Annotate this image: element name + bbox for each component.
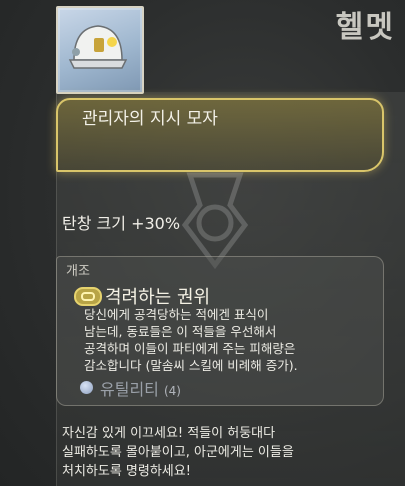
flavor-line: 실패하도록 몰아붙이고, 아군에게는 이들을 <box>62 445 294 460</box>
stat-label: 탄창 크기 <box>62 214 126 233</box>
flavor-line: 처치하도록 명령하세요! <box>62 464 191 479</box>
flavor-line: 자신감 있게 이끄세요! 적들이 허둥대다 <box>62 426 276 441</box>
helmet-graphic <box>68 25 128 69</box>
utility-count: (4) <box>163 384 181 398</box>
category-title: 헬멧 <box>335 10 395 45</box>
mod-description: 당신에게 공격당하는 적에겐 표식이 남는데, 동료들은 이 적들을 우선해서 … <box>84 306 384 374</box>
stat-value: +30% <box>131 214 181 233</box>
mod-description-line: 남는데, 동료들은 이 적들을 우선해서 <box>84 324 277 339</box>
utility-label: 유틸리티 <box>100 380 159 399</box>
flavor-text: 자신감 있게 이끄세요! 적들이 허둥대다 실패하도록 몰아붙이고, 아군에게는… <box>62 424 392 481</box>
mod-description-line: 당신에게 공격당하는 적에겐 표식이 <box>84 307 269 322</box>
utility-orb-icon <box>80 381 93 394</box>
item-name: 관리자의 지시 모자 <box>82 109 218 129</box>
utility-tag: 유틸리티 (4) <box>100 376 181 400</box>
mod-pill-icon <box>74 287 102 306</box>
mod-description-line: 공격하며 이들이 파티에게 주는 피해량은 <box>84 341 296 356</box>
helmet-icon[interactable] <box>56 6 144 94</box>
stat-line: 탄창 크기 +30% <box>62 210 180 234</box>
mod-header: 개조 <box>66 264 90 279</box>
mod-description-line: 감소합니다 (말솜씨 스킬에 비례해 증가). <box>84 358 298 373</box>
